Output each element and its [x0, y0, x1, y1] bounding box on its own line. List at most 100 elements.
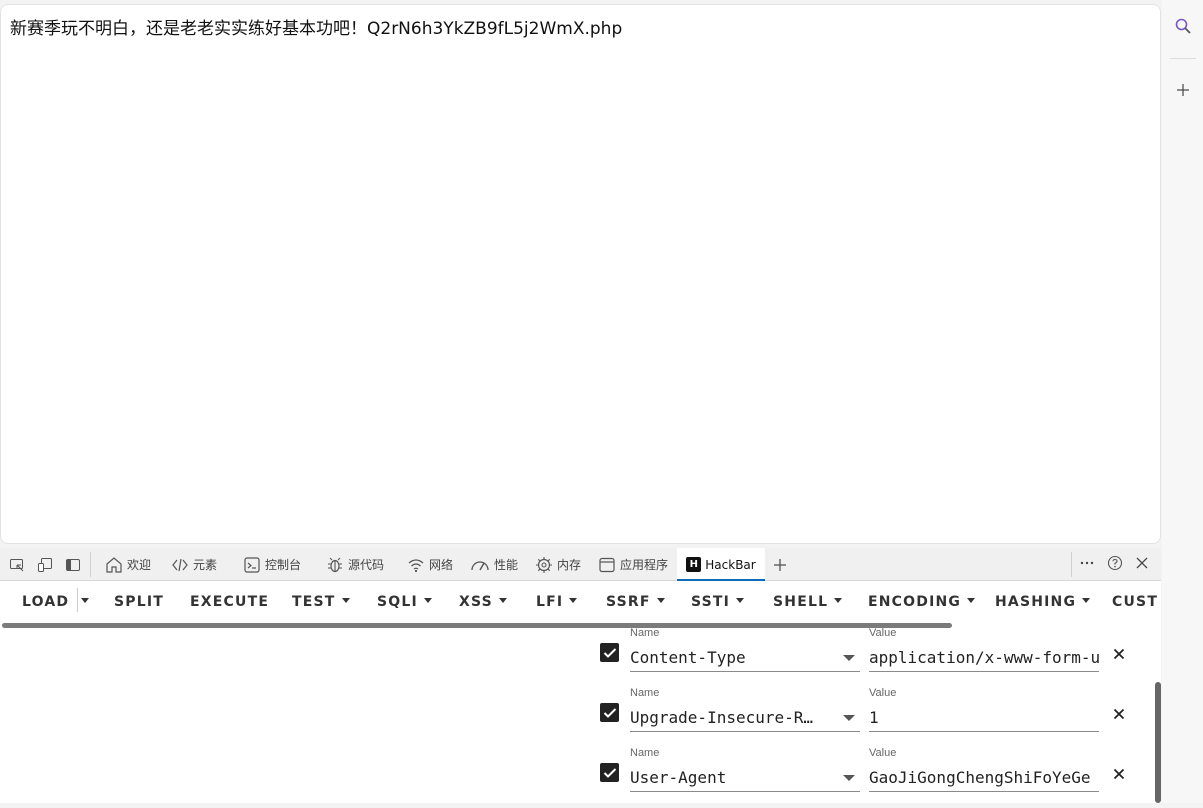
tab-label: HackBar [705, 557, 756, 572]
tab-application[interactable]: 应用程序 [594, 548, 672, 581]
tab-performance[interactable]: 性能 [466, 548, 522, 581]
header-value-input[interactable]: application/x-www-form-u [869, 648, 1099, 667]
memory-icon [535, 556, 553, 574]
chevron-down-icon [967, 597, 976, 603]
devtools-tab-bar: 欢迎 元素 控制台 源代码 网络 性能 内存 应用程序 H HackBar [0, 548, 1161, 581]
menu-divider [77, 588, 78, 612]
chevron-down-icon [498, 597, 507, 603]
remove-header-icon[interactable] [1111, 706, 1127, 722]
header-enabled-checkbox[interactable] [600, 703, 619, 722]
split-button[interactable]: SPLIT [114, 594, 164, 610]
remove-header-icon[interactable] [1111, 646, 1127, 662]
home-icon [105, 556, 123, 574]
shell-menu[interactable]: SHELL [773, 594, 843, 610]
chevron-down-icon [656, 597, 665, 603]
value-label: Value [869, 687, 897, 699]
more-options-icon[interactable] [1078, 554, 1096, 572]
chevron-down-icon[interactable] [843, 775, 855, 781]
header-row: Name Content-Type Value application/x-ww… [0, 627, 1161, 688]
remove-header-icon[interactable] [1111, 766, 1127, 782]
load-dropdown-button[interactable] [81, 594, 89, 610]
gauge-icon [470, 556, 490, 574]
header-row: Name User-Agent Value GaoJiGongChengShiF… [0, 747, 1161, 808]
menu-label: SSTI [691, 594, 731, 610]
headers-list: Name Content-Type Value application/x-ww… [0, 627, 1161, 803]
tab-label: 网络 [428, 558, 453, 572]
value-label: Value [869, 747, 897, 759]
devtools-panel: 欢迎 元素 控制台 源代码 网络 性能 内存 应用程序 H HackBar LO… [0, 548, 1161, 803]
menu-label: SPLIT [114, 594, 165, 610]
chevron-down-icon [834, 597, 843, 603]
hackbar-menu: LOAD SPLIT EXECUTE TEST SQLI XSS LFI SSR… [0, 581, 1161, 621]
chevron-down-icon[interactable] [843, 655, 855, 661]
menu-label: EXECUTE [190, 594, 270, 610]
menu-label: SSRF [606, 594, 651, 610]
header-value-input[interactable]: GaoJiGongChengShiFoYeGe [869, 768, 1099, 787]
sqli-menu[interactable]: SQLI [377, 594, 432, 610]
chevron-down-icon [569, 597, 578, 603]
xss-menu[interactable]: XSS [459, 594, 507, 610]
toolbar-divider [1071, 552, 1072, 577]
test-menu[interactable]: TEST [292, 594, 350, 610]
menu-label: TEST [292, 594, 336, 610]
chevron-down-icon [423, 597, 432, 603]
add-icon[interactable] [1172, 79, 1194, 101]
app-icon [598, 556, 616, 574]
tab-memory[interactable]: 内存 [530, 548, 586, 581]
value-label: Value [869, 627, 897, 639]
value-underline [869, 731, 1099, 732]
page-text: 新赛季玩不明白，还是老老实实练好基本功吧！Q2rN6h3YkZB9fL5j2Wm… [10, 19, 623, 39]
header-enabled-checkbox[interactable] [600, 763, 619, 782]
encoding-menu[interactable]: ENCODING [868, 594, 976, 610]
dock-icon[interactable] [64, 556, 82, 574]
ssti-menu[interactable]: SSTI [691, 594, 745, 610]
chevron-down-icon[interactable] [843, 715, 855, 721]
name-label: Name [630, 747, 660, 759]
tab-label: 应用程序 [619, 558, 668, 572]
close-devtools-icon[interactable] [1133, 554, 1151, 572]
tab-label: 性能 [493, 558, 518, 572]
chevron-down-icon [341, 597, 350, 603]
hashing-menu[interactable]: HASHING [995, 594, 1091, 610]
tab-label: 控制台 [264, 558, 301, 572]
menu-label: CUSTO [1112, 594, 1157, 610]
value-underline [869, 791, 1099, 792]
header-name-select[interactable]: User-Agent [630, 768, 840, 787]
chevron-down-icon [81, 597, 89, 603]
header-enabled-checkbox[interactable] [600, 643, 619, 662]
tab-label: 内存 [556, 558, 581, 572]
tab-console[interactable]: 控制台 [240, 548, 304, 581]
tab-network[interactable]: 网络 [402, 548, 458, 581]
header-value-input[interactable]: 1 [869, 708, 1099, 727]
menu-label: SHELL [773, 594, 829, 610]
menu-label: SQLI [377, 594, 418, 610]
tab-elements[interactable]: 元素 [166, 548, 222, 581]
page-viewport: 新赛季玩不明白，还是老老实实练好基本功吧！Q2rN6h3YkZB9fL5j2Wm… [0, 4, 1161, 544]
vertical-scrollbar[interactable] [1155, 682, 1161, 803]
console-icon [243, 556, 261, 574]
load-button[interactable]: LOAD [22, 594, 69, 610]
tab-label: 源代码 [347, 558, 384, 572]
header-name-select[interactable]: Upgrade-Insecure-R… [630, 708, 840, 727]
tab-sources[interactable]: 源代码 [322, 548, 388, 581]
custom-menu[interactable]: CUSTO [1112, 594, 1157, 610]
hackbar-logo-icon: H [686, 557, 702, 572]
chevron-down-icon [1082, 597, 1091, 603]
toolbar-divider [90, 552, 91, 577]
search-icon[interactable] [1172, 15, 1194, 37]
tab-label: 欢迎 [126, 558, 151, 572]
inspect-icon[interactable] [8, 556, 26, 574]
name-label: Name [630, 687, 660, 699]
lfi-menu[interactable]: LFI [536, 594, 578, 610]
header-name-select[interactable]: Content-Type [630, 648, 840, 667]
header-row: Name Upgrade-Insecure-R… Value 1 [0, 687, 1161, 748]
help-icon[interactable] [1106, 554, 1124, 572]
ssrf-menu[interactable]: SSRF [606, 594, 665, 610]
tab-hackbar[interactable]: H HackBar [677, 548, 765, 581]
add-tab-icon[interactable] [771, 556, 789, 574]
device-emulation-icon[interactable] [36, 556, 54, 574]
menu-label: LFI [536, 594, 564, 610]
tab-welcome[interactable]: 欢迎 [100, 548, 156, 581]
execute-button[interactable]: EXECUTE [190, 594, 269, 610]
menu-label: LOAD [22, 594, 70, 610]
